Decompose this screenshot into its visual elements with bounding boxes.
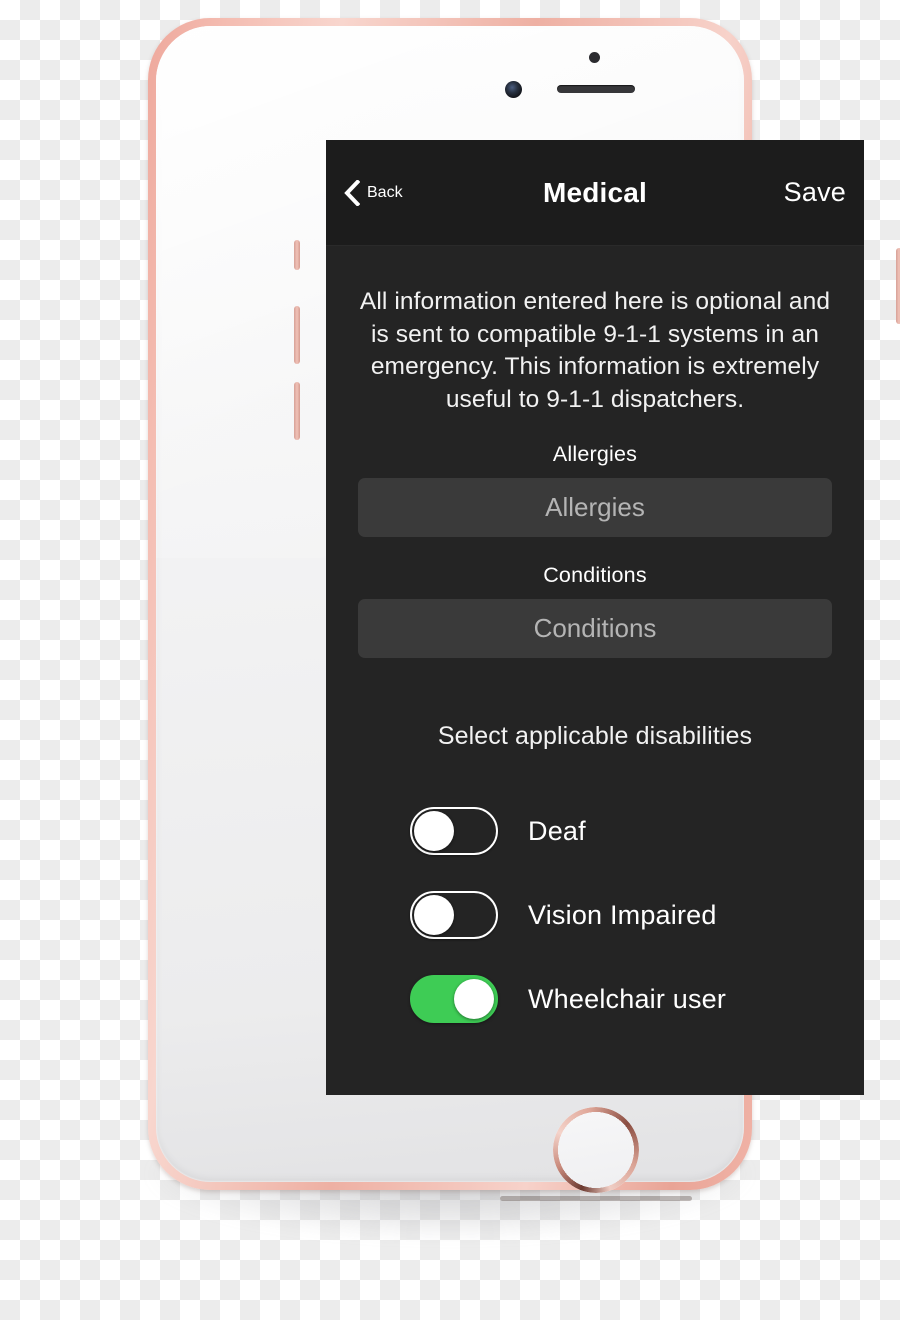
silent-switch[interactable] <box>294 240 300 270</box>
disabilities-heading: Select applicable disabilities <box>437 722 753 751</box>
toggle-knob <box>454 979 494 1020</box>
toggle-row-wheelchair-user[interactable]: Wheelchair user <box>410 975 832 1024</box>
toggle-knob <box>414 895 454 936</box>
screen-content: All information entered here is optional… <box>326 246 864 1095</box>
bottom-speaker-grille <box>500 1196 692 1201</box>
allergies-label: Allergies <box>552 442 638 467</box>
conditions-label: Conditions <box>543 563 647 588</box>
ambient-light-sensor-icon <box>589 52 600 63</box>
phone-screen: Back Medical Save All information entere… <box>326 140 864 1095</box>
navigation-bar: Back Medical Save <box>326 140 864 246</box>
save-button[interactable]: Save <box>784 177 846 208</box>
toggle-row-deaf[interactable]: Deaf <box>410 807 832 856</box>
allergies-input[interactable] <box>358 478 832 538</box>
allergies-field-group: Allergies <box>358 442 832 538</box>
toggle-deaf[interactable] <box>410 807 498 856</box>
conditions-input[interactable] <box>358 599 832 659</box>
back-button-label: Back <box>367 183 403 201</box>
toggle-row-vision-impaired[interactable]: Vision Impaired <box>410 891 832 940</box>
volume-down-button[interactable] <box>294 382 300 440</box>
front-camera-icon <box>505 81 522 98</box>
volume-up-button[interactable] <box>294 306 300 364</box>
phone-device: Back Medical Save All information entere… <box>148 18 900 1201</box>
toggle-label-deaf: Deaf <box>528 815 586 846</box>
toggle-label-wheelchair-user: Wheelchair user <box>528 983 727 1014</box>
disabilities-toggle-list: Deaf Vision Impaired Wheelchair user <box>358 807 832 1024</box>
home-button[interactable] <box>553 1107 639 1193</box>
chevron-left-icon <box>344 179 360 206</box>
earpiece-speaker-icon <box>557 85 635 93</box>
toggle-knob <box>414 811 454 852</box>
toggle-wheelchair-user[interactable] <box>410 975 498 1024</box>
toggle-vision-impaired[interactable] <box>410 891 498 940</box>
back-button[interactable]: Back <box>344 179 403 206</box>
conditions-field-group: Conditions <box>358 563 832 659</box>
intro-description-text: All information entered here is optional… <box>359 288 831 413</box>
home-button-ring <box>553 1107 639 1193</box>
toggle-label-vision-impaired: Vision Impaired <box>528 899 717 930</box>
power-button[interactable] <box>896 248 900 324</box>
